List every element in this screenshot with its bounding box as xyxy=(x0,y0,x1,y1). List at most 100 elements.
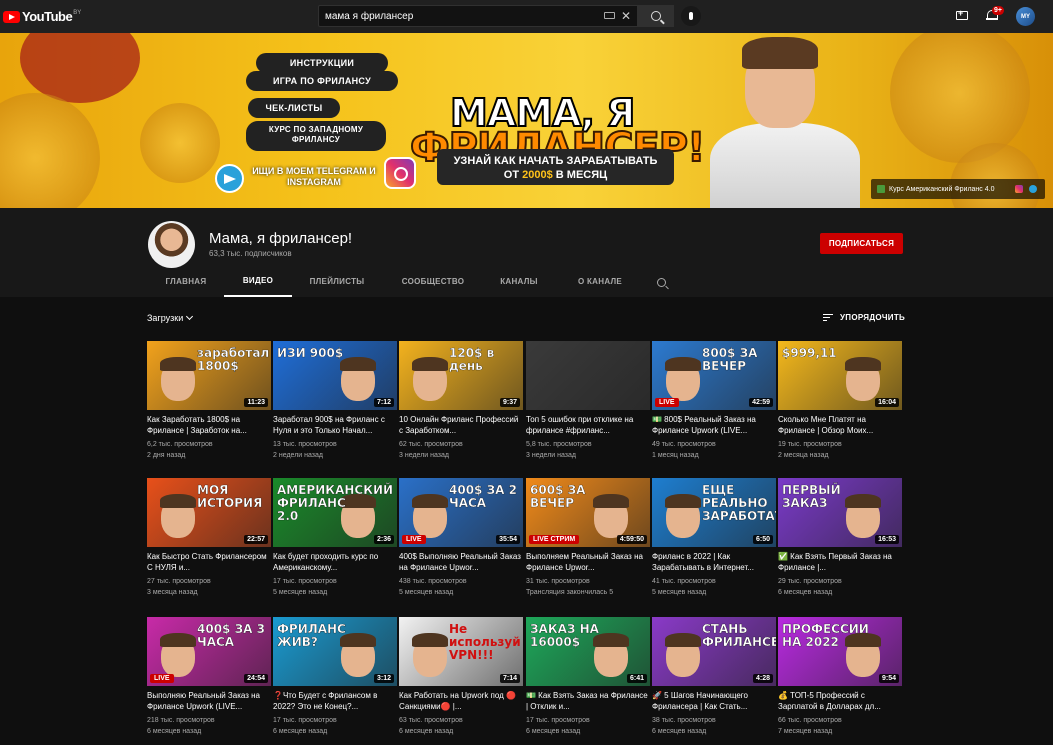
video-thumbnail[interactable]: 400$ ЗА 3 ЧАСА 24:54 LIVE xyxy=(147,617,271,686)
video-age: 2 дня назад xyxy=(147,452,186,459)
account-avatar[interactable]: MY xyxy=(1016,7,1035,26)
video-card[interactable]: Топ 5 ошибок при отклике на фрилансе #фр… xyxy=(526,341,650,461)
tab-playlists[interactable]: ПЛЕЙЛИСТЫ xyxy=(292,266,382,297)
video-card[interactable]: ИЗИ 900$ 7:12 Заработал 900$ на Фриланс с … xyxy=(273,341,397,461)
video-card[interactable]: МОЯ ИСТОРИЯ 22:57 Как Быстро Стать Фриланс… xyxy=(147,478,271,598)
video-thumbnail[interactable] xyxy=(526,341,650,410)
video-card[interactable]: 600$ ЗА ВЕЧЕР 4:59:50 LIVE СТРИМ Выполняем … xyxy=(526,478,650,598)
video-views: 17 тыс. просмотров xyxy=(273,578,337,585)
person-body xyxy=(710,123,860,208)
video-thumbnail[interactable]: АМЕРИКАНСКИЙ ФРИЛАНС 2.0 2:36 xyxy=(273,478,397,547)
video-thumbnail[interactable]: ФРИЛАНС ЖИВ? 3:12 xyxy=(273,617,397,686)
youtube-play-icon xyxy=(3,10,20,23)
video-thumbnail[interactable]: МОЯ ИСТОРИЯ 22:57 xyxy=(147,478,271,547)
video-thumbnail[interactable]: 120$ в день 9:37 xyxy=(399,341,523,410)
video-thumbnail[interactable]: заработал 1800$ 11:23 xyxy=(147,341,271,410)
channel-avatar[interactable] xyxy=(148,221,195,268)
video-card[interactable]: СТАНЬ ФРИЛАНСЕРОМ 4:28 🚀 5 Шагов Начинающе… xyxy=(652,617,776,737)
video-title[interactable]: Как Работать на Upwork под 🔴 Санкциями🔴 … xyxy=(399,690,523,712)
video-card[interactable]: 800$ ЗА ВЕЧЕР 42:59 LIVE 💵 800$ Реальный За… xyxy=(652,341,776,461)
video-title[interactable]: Как Быстро Стать Фрилансером С НУЛЯ и... xyxy=(147,551,271,573)
clear-search-icon[interactable]: ✕ xyxy=(621,9,631,23)
video-meta: 63 тыс. просмотров 6 месяцев назад xyxy=(399,715,523,737)
video-card[interactable]: ПЕРВЫЙ ЗАКАЗ 16:53 ✅ Как Взять Первый Зака… xyxy=(778,478,902,598)
video-views: 19 тыс. просмотров xyxy=(778,441,842,448)
video-age: 5 месяцев назад xyxy=(399,589,454,596)
video-thumbnail[interactable]: СТАНЬ ФРИЛАНСЕРОМ 4:28 xyxy=(652,617,776,686)
video-title[interactable]: Топ 5 ошибок при отклике на фрилансе #фр… xyxy=(526,414,650,436)
video-card[interactable]: 400$ ЗА 2 ЧАСА 35:54 LIVE 400$ Выполняю Реа… xyxy=(399,478,523,598)
video-card[interactable]: АМЕРИКАНСКИЙ ФРИЛАНС 2.0 2:36 Как будет пр… xyxy=(273,478,397,598)
video-thumbnail[interactable]: ИЗИ 900$ 7:12 xyxy=(273,341,397,410)
tab-home[interactable]: ГЛАВНАЯ xyxy=(148,266,224,297)
video-title[interactable]: 💵 Как Взять Заказ на Фрилансе | Отклик и… xyxy=(526,690,650,712)
video-title[interactable]: 400$ Выполняю Реальный Заказ на Фрилансе… xyxy=(399,551,523,573)
video-title[interactable]: Выполняем Реальный Заказ на Фрилансе Upw… xyxy=(526,551,650,573)
video-title[interactable]: 💵 800$ Реальный Заказ на Фрилансе Upwork… xyxy=(652,414,776,436)
video-thumbnail[interactable]: ЗАКАЗ НА 16000$ 6:41 xyxy=(526,617,650,686)
video-card[interactable]: 400$ ЗА 3 ЧАСА 24:54 LIVE Выполняю Реальный… xyxy=(147,617,271,737)
video-title[interactable]: Заработал 900$ на Фриланс с Нуля и это Т… xyxy=(273,414,397,436)
video-card[interactable]: 120$ в день 9:37 10 Онлайн Фриланс Професс… xyxy=(399,341,523,461)
video-card[interactable]: ЗАКАЗ НА 16000$ 6:41 💵 Как Взять Заказ на … xyxy=(526,617,650,737)
search-input[interactable] xyxy=(319,10,599,22)
video-meta: 5,8 тыс. просмотров 3 недели назад xyxy=(526,439,650,461)
video-thumbnail[interactable]: $999,11 16:04 xyxy=(778,341,902,410)
create-video-icon[interactable] xyxy=(956,8,968,20)
video-meta: 17 тыс. просмотров 5 месяцев назад xyxy=(273,576,397,598)
channel-header: Мама, я фрилансер! 63,3 тыс. подписчиков… xyxy=(0,208,1053,300)
video-thumbnail[interactable]: ПЕРВЫЙ ЗАКАЗ 16:53 xyxy=(778,478,902,547)
logo-region: BY xyxy=(73,9,82,16)
video-thumbnail[interactable]: 400$ ЗА 2 ЧАСА 35:54 LIVE xyxy=(399,478,523,547)
video-age: 5 месяцев назад xyxy=(273,589,328,596)
video-duration: 35:54 xyxy=(496,535,520,544)
video-card[interactable]: Не используй VPN!!! 7:14 Как Работать на U… xyxy=(399,617,523,737)
video-card[interactable]: $999,11 16:04 Сколько Мне Платят на Фрилан… xyxy=(778,341,902,461)
youtube-logo[interactable]: YouTube BY xyxy=(3,9,81,24)
banner-social-text: ИЩИ В МОЕМ TELEGRAM И INSTAGRAM xyxy=(252,166,376,187)
video-thumbnail[interactable]: 800$ ЗА ВЕЧЕР 42:59 LIVE xyxy=(652,341,776,410)
tab-videos[interactable]: ВИДЕО xyxy=(224,266,292,297)
video-title[interactable]: Как будет проходить курс по Американском… xyxy=(273,551,397,573)
video-age: Трансляция закончилась 5 xyxy=(526,589,614,596)
video-card[interactable]: ЕЩЕ РЕАЛЬНО ЗАРАБОТАТЬ? 6:50 Фриланс в 202… xyxy=(652,478,776,598)
video-card[interactable]: ФРИЛАНС ЖИВ? 3:12 ❓Что Будет с Фрилансом в… xyxy=(273,617,397,737)
video-title[interactable]: 💰 ТОП-5 Профессий с Зарплатой в Долларах… xyxy=(778,690,902,712)
banner-subtitle-prefix: ОТ xyxy=(503,169,520,181)
telegram-link-icon[interactable] xyxy=(1029,185,1037,193)
search-button[interactable] xyxy=(638,5,674,27)
video-title[interactable]: ✅ Как Взять Первый Заказ на Фрилансе |..… xyxy=(778,551,902,573)
video-thumbnail[interactable]: ЕЩЕ РЕАЛЬНО ЗАРАБОТАТЬ? 6:50 xyxy=(652,478,776,547)
video-card[interactable]: заработал 1800$ 11:23 Как Заработать 1800$… xyxy=(147,341,271,461)
video-card[interactable]: ПРОФЕССИИ НА 2022 9:54 💰 ТОП-5 Профессий с… xyxy=(778,617,902,737)
channel-search-icon[interactable] xyxy=(657,278,666,287)
tab-about[interactable]: О КАНАЛЕ xyxy=(554,266,646,297)
video-views: 438 тыс. просмотров xyxy=(399,578,467,585)
instagram-link-icon[interactable] xyxy=(1015,185,1023,193)
uploads-filter-dropdown[interactable]: Загрузки xyxy=(147,312,194,323)
video-title[interactable]: ❓Что Будет с Фрилансом в 2022? Это не Ко… xyxy=(273,690,397,712)
video-title[interactable]: Как Заработать 1800$ на Фрилансе | Зараб… xyxy=(147,414,271,436)
video-title[interactable]: Сколько Мне Платят на Фрилансе | Обзор М… xyxy=(778,414,902,436)
tab-channels[interactable]: КАНАЛЫ xyxy=(484,266,554,297)
voice-search-button[interactable] xyxy=(681,6,701,26)
video-thumbnail[interactable]: 600$ ЗА ВЕЧЕР 4:59:50 LIVE СТРИМ xyxy=(526,478,650,547)
video-title[interactable]: Выполняю Реальный Заказ на Фрилансе Upwo… xyxy=(147,690,271,712)
banner-subtitle-suffix: В МЕСЯЦ xyxy=(555,169,608,181)
video-meta: 218 тыс. просмотров 6 месяцев назад xyxy=(147,715,271,737)
thumbnail-hair xyxy=(412,633,448,647)
video-title[interactable]: 10 Онлайн Фриланс Профессий с Заработком… xyxy=(399,414,523,436)
video-thumbnail[interactable]: ПРОФЕССИИ НА 2022 9:54 xyxy=(778,617,902,686)
video-thumbnail[interactable]: Не используй VPN!!! 7:14 xyxy=(399,617,523,686)
video-views: 5,8 тыс. просмотров xyxy=(526,441,592,448)
keyboard-icon[interactable] xyxy=(604,12,615,19)
banner-course-link[interactable]: Курс Американский Фриланс 4.0 xyxy=(871,179,1045,199)
sort-button[interactable]: УПОРЯДОЧИТЬ xyxy=(823,313,905,322)
video-views: 27 тыс. просмотров xyxy=(147,578,211,585)
video-title[interactable]: Фриланс в 2022 | Как Зарабатывать в Инте… xyxy=(652,551,776,573)
notification-count-badge: 9+ xyxy=(992,6,1004,15)
subscribe-button[interactable]: ПОДПИСАТЬСЯ xyxy=(820,233,903,254)
tab-community[interactable]: СООБЩЕСТВО xyxy=(382,266,484,297)
banner-coin xyxy=(890,33,1030,163)
video-title[interactable]: 🚀 5 Шагов Начинающего Фрилансера | Как С… xyxy=(652,690,776,712)
